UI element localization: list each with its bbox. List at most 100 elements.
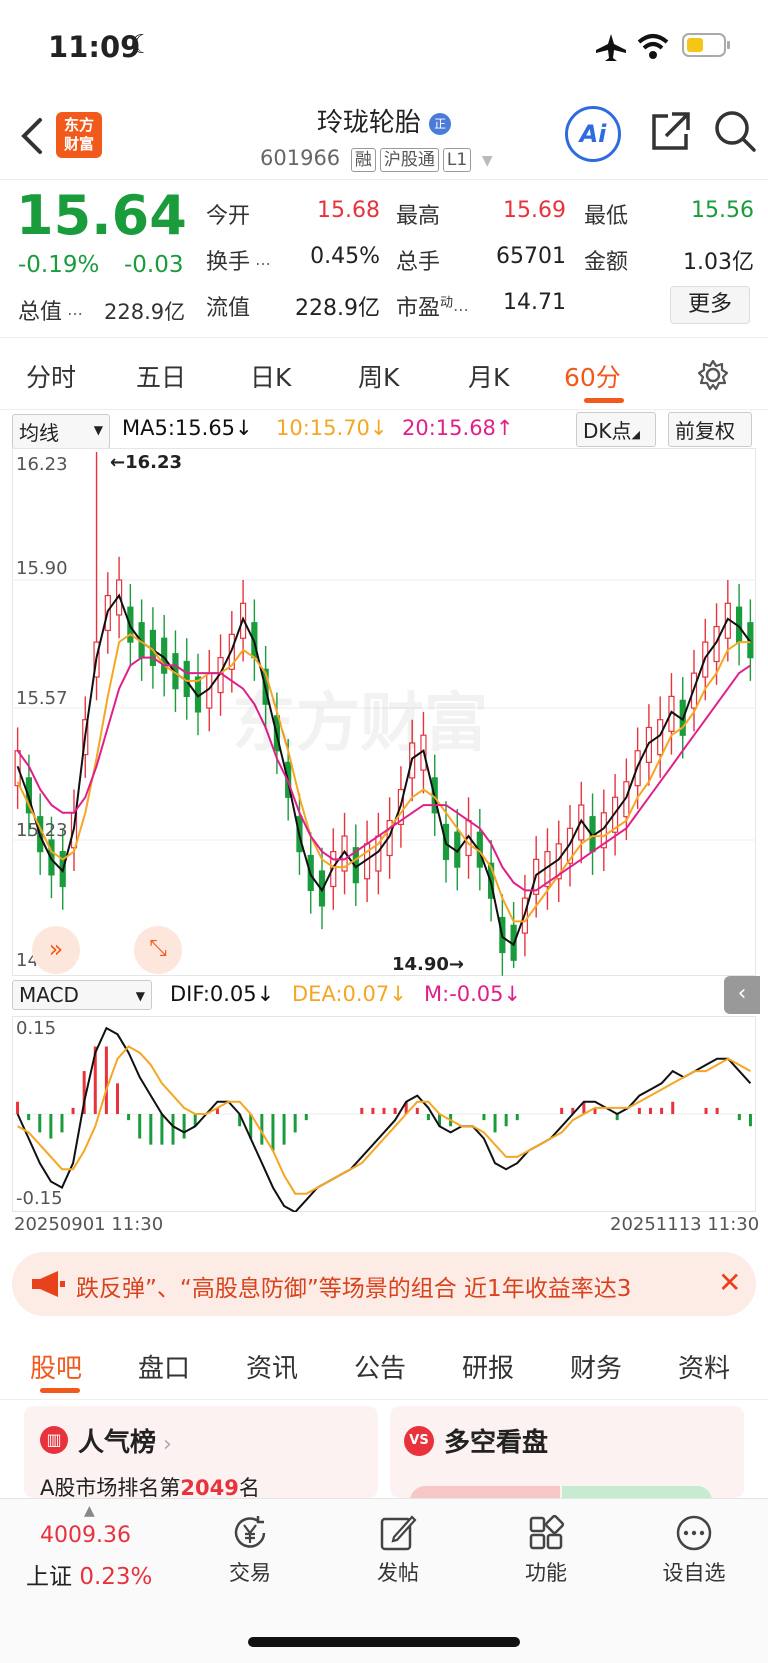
y-tick-2: 15.57 [16,688,68,709]
tab-weekly-k[interactable]: 周K [358,358,399,394]
tab-market[interactable]: 盘口 [138,1348,190,1385]
notice-text: 跌反弹”、“高股息防御”等场景的组合 近1年收益率达3 [76,1276,632,1302]
vs-title: 多空看盘 [444,1428,549,1458]
bull-bar[interactable] [410,1486,560,1498]
amount-label: 金额 [584,250,629,275]
tab-intraday[interactable]: 分时 [26,358,76,394]
ma-selector[interactable]: 均线 ▼ [12,414,110,449]
nav-add-watchlist[interactable]: 设自选 [644,1513,744,1587]
bull-bear-card[interactable]: VS 多空看盘 [390,1406,744,1498]
gear-icon[interactable] [696,358,730,392]
min-price-label: 14.90→ [392,954,465,975]
y-tick-0: 16.23 [16,454,68,475]
close-icon[interactable]: ✕ [718,1266,741,1299]
index-value[interactable]: 4009.36 [40,1523,131,1548]
adjust-button[interactable]: 前复权 [668,412,752,447]
tab-five-day[interactable]: 五日 [136,358,186,394]
content-tabs: 股吧 盘口 资讯 公告 研报 财务 资料 [0,1330,768,1400]
tab-daily-k[interactable]: 日K [250,358,291,394]
status-bar: 11:09 ☾ [0,0,768,96]
battery-icon [682,33,730,57]
popularity-rank-text: A股市场排名第2049名 [40,1476,260,1498]
tab-profile[interactable]: 资料 [678,1348,730,1385]
open-label: 今开 [206,204,251,229]
open-value: 15.68 [317,198,380,223]
index-summary[interactable]: 上证 0.23% [26,1557,152,1591]
dea-readout: DEA:0.07↓ [292,982,407,1006]
ma5-readout: MA5:15.65↓ [122,416,253,440]
ma20-readout: 20:15.68↑ [402,416,514,440]
search-icon[interactable] [712,108,758,154]
index-caret-icon: ▲ [84,1503,95,1519]
grid-icon [529,1514,565,1550]
megaphone-icon [32,1271,65,1297]
ma10-readout: 10:15.70↓ [276,416,388,440]
tab-forum[interactable]: 股吧 [30,1348,82,1385]
stock-code: 601966 [260,146,341,170]
share-icon[interactable] [648,110,692,154]
macd-y-tick-bottom: -0.15 [16,1188,63,1209]
home-indicator [248,1637,520,1647]
turnover-label: 换手 ⋯ [206,250,272,275]
dk-button[interactable]: DK点◢ [576,412,656,447]
macd-y-tick-top: 0.15 [16,1018,57,1039]
tab-announcement[interactable]: 公告 [354,1348,406,1385]
yen-cycle-icon [234,1516,266,1548]
y-tick-1: 15.90 [16,558,68,579]
notice-banner[interactable]: 跌反弹”、“高股息防御”等场景的组合 近1年收益率达3 ✕ [12,1252,756,1316]
x-end-label: 20251113 11:30 [610,1214,760,1235]
tag-margin: 融 [350,148,376,172]
nav-post[interactable]: 发帖 [348,1513,448,1587]
m-readout: M:-0.05↓ [424,982,522,1006]
change-amount: -0.03 [124,252,184,278]
active-content-tab-underline [40,1388,80,1393]
nav-functions[interactable]: 功能 [496,1513,596,1587]
popularity-card[interactable]: ▥ 人气榜 › A股市场排名第2049名 [24,1406,378,1498]
more-button[interactable]: 更多 [670,286,750,324]
wifi-icon [637,34,669,59]
pe-value: 14.71 [503,290,566,315]
collapse-panel-icon[interactable]: ‹ [724,976,760,1014]
tab-news[interactable]: 资讯 [246,1348,298,1385]
tab-finance[interactable]: 财务 [570,1348,622,1385]
volume-label: 总手 [396,250,441,275]
stock-code-row: 601966 融沪股通 L1 ▼ [260,146,493,172]
tab-monthly-k[interactable]: 月K [468,358,509,394]
float-value: 228.9亿 [295,296,380,321]
turnover-value: 0.45% [310,244,380,269]
mcap-value: 228.9亿 [104,300,186,324]
moon-icon: ☾ [130,30,154,60]
caret-down-icon[interactable]: ▼ [482,153,493,169]
ai-button[interactable]: Ai [565,106,621,162]
x-start-label: 20250901 11:30 [14,1214,164,1235]
bear-bar[interactable] [562,1486,712,1498]
more-circle-icon [676,1515,712,1551]
low-value: 15.56 [691,198,754,223]
vs-icon: VS [404,1426,434,1456]
float-label: 流值 [206,296,251,321]
verified-icon: 正 [429,112,452,135]
change-percent: -0.19% [18,252,100,278]
macd-indicator-row: MACD ▼ DIF:0.05↓ DEA:0.07↓ M:-0.05↓ ‹ [0,976,768,1016]
macd-chart[interactable] [12,1016,756,1212]
mcap-label: 总值 ⋯ [18,300,84,325]
airplane-icon [596,34,626,61]
nav-trade[interactable]: 交易 [200,1513,300,1587]
macd-selector[interactable]: MACD ▼ [12,980,152,1010]
edit-icon [380,1515,417,1551]
clock-time: 11:09 [48,30,141,64]
fullscreen-icon[interactable]: ⤡ [134,926,182,974]
current-price: 15.64 [16,184,187,247]
period-tabs: 分时 五日 日K 周K 月K 60分 [0,340,768,410]
active-tab-underline [584,398,624,403]
stock-header: 东方 财富 玲珑轮胎 正 601966 融沪股通 L1 ▼ Ai [0,96,768,180]
watermark: 东方财富 [232,687,488,761]
tab-60min[interactable]: 60分 [564,358,621,394]
max-price-label: ←16.23 [110,452,183,473]
tab-research[interactable]: 研报 [462,1348,514,1385]
low-label: 最低 [584,204,629,229]
expand-left-icon[interactable]: » [32,926,80,974]
dif-readout: DIF:0.05↓ [170,982,275,1006]
tag-connect: 沪股通 [379,148,439,172]
y-tick-3: 15.23 [16,820,68,841]
